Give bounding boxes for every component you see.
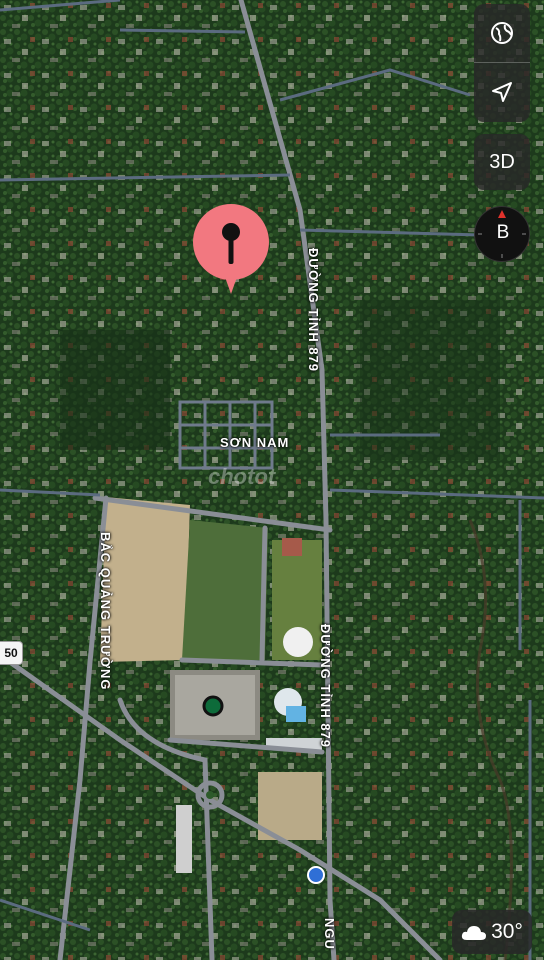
map-pin-icon — [193, 204, 269, 294]
street-label-bottom-road: NGU — [322, 918, 337, 950]
route-shield: 50 — [0, 641, 23, 665]
compass-letter: B — [496, 222, 510, 243]
street-label-bac-quang-truong: BẮC QUẢNG TRƯỜNG — [98, 532, 113, 691]
compass-button[interactable]: B — [474, 206, 530, 262]
street-label-road-879-north: ĐƯỜNG TỈNH 879 — [306, 248, 321, 373]
location-arrow-icon — [492, 82, 512, 102]
3d-button[interactable]: 3D — [474, 134, 530, 190]
cloud-icon — [461, 926, 487, 940]
globe-icon — [491, 22, 513, 44]
street-label-son-nam: SƠN NAM — [220, 435, 290, 450]
street-label-road-879-south: ĐƯỜNG TỈNH 879 — [318, 624, 333, 749]
current-location-button[interactable] — [474, 63, 530, 121]
globe-button[interactable] — [474, 4, 530, 62]
map-pin[interactable] — [192, 202, 270, 302]
weather-widget[interactable]: 30° — [452, 910, 532, 954]
watermark: chotot — [208, 464, 276, 489]
temperature: 30° — [491, 920, 523, 943]
map-controls — [474, 4, 530, 122]
